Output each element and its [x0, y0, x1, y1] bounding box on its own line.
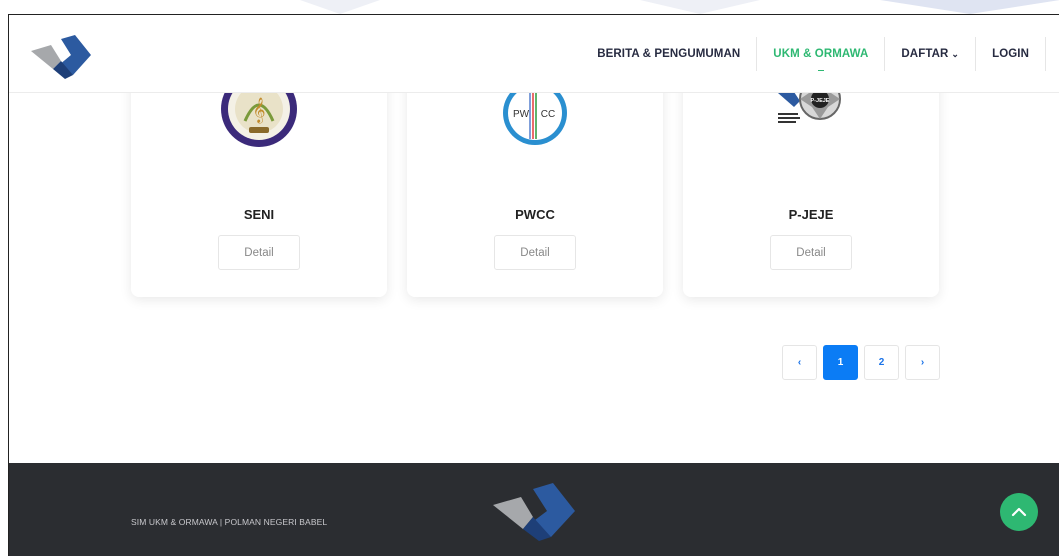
page-prev-button[interactable]: ‹ [782, 345, 817, 380]
nav-berita[interactable]: BERITA & PENGUMUMAN [581, 37, 756, 71]
footer-copyright: SIM UKM & ORMAWA | POLMAN NEGERI BABEL [131, 517, 328, 527]
detail-button[interactable]: Detail [494, 235, 576, 270]
pwcc-logo-text-right: CC [541, 109, 555, 120]
chevron-down-icon: ⌄ [951, 49, 960, 59]
page-next-button[interactable]: › [905, 345, 940, 380]
background-decoration [0, 0, 1059, 14]
site-logo[interactable] [29, 35, 93, 79]
site-footer: SIM UKM & ORMAWA | POLMAN NEGERI BABEL [9, 463, 1059, 556]
card-title: P-JEJE [788, 207, 834, 222]
pwcc-logo-text-left: PW [513, 109, 530, 120]
ukm-card-seni: 𝄞 SENI Detail [131, 71, 387, 297]
nav-divider [1045, 37, 1046, 71]
page-2-button[interactable]: 2 [864, 345, 899, 380]
footer-logo [491, 483, 577, 541]
site-header: BERITA & PENGUMUMAN UKM & ORMAWA DAFTAR ⌄… [9, 15, 1059, 93]
nav-daftar-label: DAFTAR [901, 48, 949, 60]
ukm-card-pwcc: PW CC PWCC Detail [407, 73, 663, 297]
polman-logo-icon [31, 35, 91, 79]
svg-text:𝄞: 𝄞 [252, 97, 265, 123]
detail-button[interactable]: Detail [218, 235, 300, 270]
chevron-right-icon: › [920, 357, 925, 368]
nav-login[interactable]: LOGIN [976, 37, 1045, 71]
page-1-button[interactable]: 1 [823, 345, 858, 380]
ukm-list: 𝄞 SENI Detail PW CC PWCC Detail P-JEJE P… [9, 71, 1059, 463]
pjeje-logo-text: P-JEJE [811, 98, 830, 104]
card-title: PWCC [515, 207, 555, 222]
main-nav: BERITA & PENGUMUMAN UKM & ORMAWA DAFTAR ⌄… [581, 37, 1046, 71]
nav-daftar[interactable]: DAFTAR ⌄ [885, 37, 975, 71]
polman-logo-icon [493, 483, 575, 541]
nav-ukm-ormawa[interactable]: UKM & ORMAWA [757, 37, 884, 71]
pagination: ‹ 1 2 › [782, 345, 940, 380]
scroll-to-top-button[interactable] [1000, 493, 1038, 531]
card-title: SENI [243, 207, 275, 222]
chevron-left-icon: ‹ [797, 357, 802, 368]
ukm-card-pjeje: P-JEJE P-JEJE Detail [683, 73, 939, 297]
browser-viewport: BERITA & PENGUMUMAN UKM & ORMAWA DAFTAR ⌄… [8, 14, 1059, 556]
chevron-up-icon [1011, 507, 1027, 517]
detail-button[interactable]: Detail [770, 235, 852, 270]
